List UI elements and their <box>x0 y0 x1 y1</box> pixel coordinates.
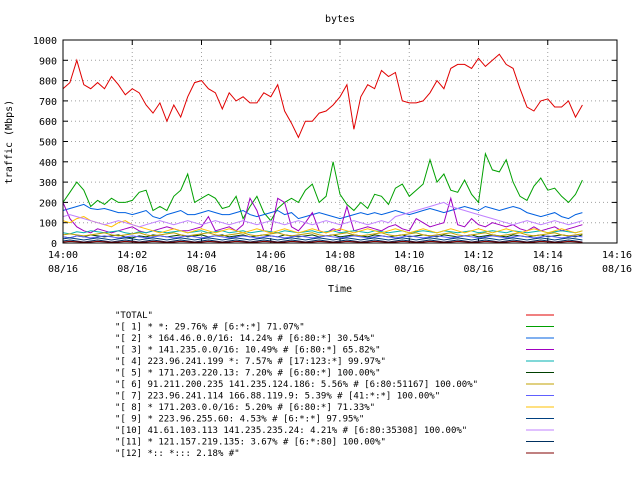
x-tick-label-date: 08/16 <box>48 264 78 275</box>
x-tick-label-date: 08/16 <box>394 264 424 275</box>
y-tick-label: 900 <box>39 56 57 67</box>
legend-label-11: "[11] * 121.157.219.135: 3.67% # [6:*:80… <box>115 438 386 448</box>
x-tick-label-time: 14:06 <box>256 250 286 261</box>
x-tick-label-date: 08/16 <box>463 264 493 275</box>
y-tick-label: 1000 <box>33 36 57 47</box>
legend-label-5: "[ 5] * 171.203.220.13: 7.20% # [6:80:*]… <box>115 369 381 379</box>
y-tick-label: 600 <box>39 117 57 128</box>
x-tick-label-time: 14:14 <box>533 250 563 261</box>
legend-label-10: "[10] 41.61.103.113 141.235.235.24: 4.21… <box>115 426 467 436</box>
x-tick-label-date: 08/16 <box>602 264 632 275</box>
line-chart: bytes traffic (Mbps) Time 0 100 200 300 400 5… <box>4 14 632 459</box>
x-tick-label-time: 14:08 <box>325 250 355 261</box>
y-axis: 0 100 200 300 400 500 600 700 800 900 1000 <box>33 36 617 250</box>
y-tick-label: 200 <box>39 198 57 209</box>
series-line-6 <box>62 232 583 237</box>
y-tick-label: 500 <box>39 138 57 149</box>
y-tick-label: 700 <box>39 97 57 108</box>
x-tick-label-time: 14:10 <box>394 250 424 261</box>
x-tick-label-date: 08/16 <box>117 264 147 275</box>
y-axis-title: traffic (Mbps) <box>4 100 15 184</box>
series-line-1 <box>62 151 583 222</box>
legend-label-2: "[ 2] * 164.46.0.0/16: 14.24% # [6:80:*]… <box>115 334 375 344</box>
legend-label-0: "TOTAL" <box>115 311 153 321</box>
legend-label-9: "[ 9] * 223.96.255.60: 4.53% # [6:*:*] 9… <box>115 415 364 425</box>
y-tick-label: 800 <box>39 77 57 88</box>
x-tick-label-time: 14:04 <box>186 250 216 261</box>
legend-label-4: "[ 4] 223.96.241.199 *: 7.57% # [17:123:… <box>115 357 386 367</box>
legend-label-1: "[ 1] * *: 29.76% # [6:*:*] 71.07%" <box>115 323 305 333</box>
x-tick-label-date: 08/16 <box>325 264 355 275</box>
series-line-8 <box>62 216 583 234</box>
series-line-10 <box>62 201 583 228</box>
x-tick-label-date: 08/16 <box>256 264 286 275</box>
series-layer <box>62 53 583 243</box>
chart-title: bytes <box>325 14 355 25</box>
y-tick-label: 300 <box>39 178 57 189</box>
grid-layer <box>63 40 617 243</box>
series-line-2 <box>62 203 583 220</box>
legend: "TOTAL" "[ 1] * *: 29.76% # [6:*:*] 71.07… <box>115 311 554 459</box>
y-tick-label: 400 <box>39 158 57 169</box>
legend-label-7: "[ 7] 223.96.241.114 166.88.119.9: 5.39%… <box>115 392 440 402</box>
y-tick-label: 100 <box>39 219 57 230</box>
chart-root: bytes traffic (Mbps) Time 0 100 200 300 400 5… <box>0 0 640 480</box>
series-line-0 <box>62 53 583 139</box>
legend-label-3: "[ 3] * 141.235.0.0/16: 10.49% # [6:80:*… <box>115 346 381 356</box>
x-tick-label-time: 14:00 <box>48 250 78 261</box>
x-tick-label-time: 14:12 <box>463 250 493 261</box>
x-tick-label-time: 14:02 <box>117 250 147 261</box>
x-tick-label-date: 08/16 <box>533 264 563 275</box>
legend-label-6: "[ 6] 91.211.200.235 141.235.124.186: 5.… <box>115 380 478 390</box>
x-tick-label-date: 08/16 <box>186 264 216 275</box>
series-line-9 <box>62 237 583 241</box>
x-tick-label-time: 14:16 <box>602 250 632 261</box>
y-tick-label: 0 <box>51 239 57 250</box>
x-axis-title: Time <box>328 284 352 295</box>
legend-label-8: "[ 8] * 171.203.0.0/16: 5.20% # [6:80:*]… <box>115 403 375 413</box>
legend-label-12: "[12] *:: *::: 2.18% #" <box>115 449 240 459</box>
